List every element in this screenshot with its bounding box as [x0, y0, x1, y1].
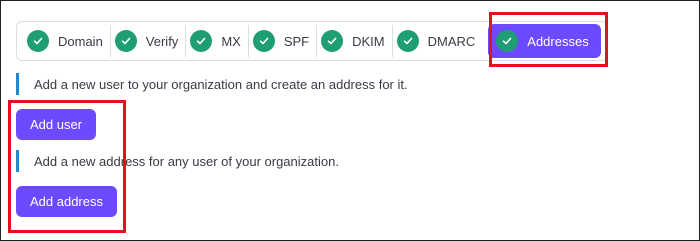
tab-label: SPF: [283, 33, 310, 49]
add-user-button[interactable]: Add user: [16, 109, 96, 140]
tab-addresses[interactable]: Addresses: [488, 24, 601, 58]
check-icon: [27, 30, 49, 52]
check-icon: [114, 30, 137, 52]
tab-label: Domain: [58, 33, 103, 49]
tab-spf[interactable]: SPF: [249, 25, 318, 57]
check-icon: [396, 30, 419, 52]
check-icon: [252, 30, 275, 52]
check-icon: [496, 30, 519, 52]
check-icon: [190, 30, 213, 52]
add-address-button[interactable]: Add address: [16, 186, 117, 217]
tab-verify[interactable]: Verify: [111, 25, 187, 57]
tab-dkim[interactable]: DKIM: [317, 25, 393, 57]
tab-domain[interactable]: Domain: [23, 25, 111, 57]
setup-steps-tabs: Domain Verify MX SPF DKIM DMARC Addresse…: [16, 21, 608, 61]
tab-dmarc[interactable]: DMARC: [393, 25, 483, 57]
add-address-note-text: Add a new address for any user of your o…: [34, 153, 339, 169]
add-user-note-text: Add a new user to your organization and …: [34, 76, 408, 92]
add-address-note: Add a new address for any user of your o…: [16, 150, 339, 172]
tab-mx[interactable]: MX: [186, 25, 249, 57]
tab-label: MX: [221, 33, 241, 49]
tab-label: Verify: [145, 33, 179, 49]
tab-label: DMARC: [427, 33, 476, 49]
tab-label: Addresses: [527, 33, 589, 49]
check-icon: [321, 30, 344, 52]
tab-label: DKIM: [352, 33, 385, 49]
add-user-note: Add a new user to your organization and …: [16, 73, 408, 95]
